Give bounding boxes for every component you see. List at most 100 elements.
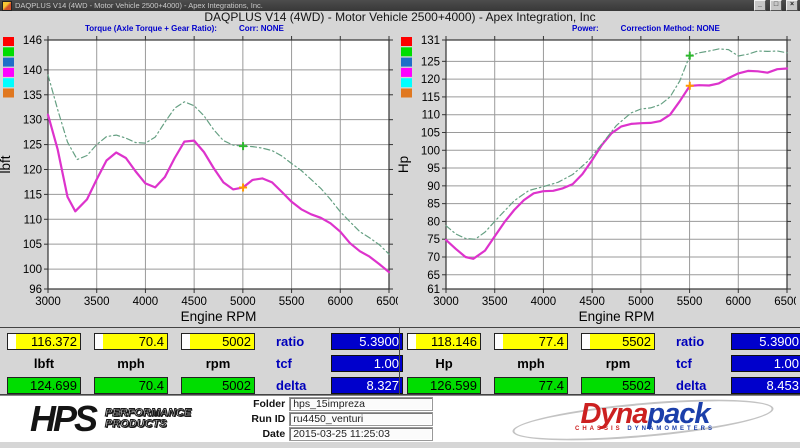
y-tick-label: 70 xyxy=(427,252,440,264)
folder-field-row: Folder hps_15impreza xyxy=(243,397,433,411)
legend-swatch-2[interactable] xyxy=(3,58,14,67)
legend-swatch-1[interactable] xyxy=(401,47,412,56)
y-tick-label: 135 xyxy=(23,90,42,102)
legend-swatch-5[interactable] xyxy=(401,89,412,98)
dynapack-logo-text: Dynapack xyxy=(520,399,770,429)
y-tick-label: 131 xyxy=(421,35,440,47)
y-tick-label: 125 xyxy=(421,56,440,68)
minimize-button[interactable]: _ xyxy=(754,0,766,11)
power-ref-value: 126.599 xyxy=(407,377,481,394)
torque-readout-table: 116.372 70.4 5002 ratio 5.3900 lbft mph … xyxy=(0,328,399,394)
power-ref-mph: 77.4 xyxy=(494,377,568,394)
torque-corr-label: Corr: NONE xyxy=(239,24,284,33)
torque-ref-rpm: 5002 xyxy=(181,377,255,394)
hps-logo-subtext: Performance Products xyxy=(105,408,191,430)
runid-input[interactable]: ru4450_venturi xyxy=(289,412,433,426)
x-tick-label: 6000 xyxy=(327,296,353,308)
y-tick-label: 75 xyxy=(427,234,440,246)
y-axis-title: lbft xyxy=(0,155,13,173)
power-corr-label: Correction Method: NONE xyxy=(621,24,720,33)
y-tick-label: 115 xyxy=(24,189,42,201)
x-tick-label: 4500 xyxy=(181,296,207,308)
hps-letters: HPS xyxy=(30,398,95,439)
torque-cursor-value: 116.372 xyxy=(7,333,81,350)
hps-sub2: Products xyxy=(105,418,167,430)
legend-swatch-4[interactable] xyxy=(3,78,14,87)
power-rpm-unit-label: rpm xyxy=(581,355,655,372)
folder-input[interactable]: hps_15impreza xyxy=(289,397,433,411)
torque-mph-unit-label: mph xyxy=(94,355,168,372)
y-tick-label: 61 xyxy=(427,284,440,296)
page-title: DAQPLUS V14 (4WD) - Motor Vehicle 2500+4… xyxy=(0,11,800,24)
y-tick-label: 100 xyxy=(421,145,440,157)
power-ratio-label: ratio xyxy=(668,333,718,350)
y-axis-title: Hp xyxy=(398,156,411,173)
x-tick-label: 6000 xyxy=(725,296,751,308)
legend-swatch-1[interactable] xyxy=(3,47,14,56)
y-tick-label: 65 xyxy=(427,270,440,282)
x-axis-title: Engine RPM xyxy=(579,309,655,324)
power-subheader: Power: Correction Method: NONE xyxy=(572,24,720,33)
x-tick-label: 5000 xyxy=(230,296,256,308)
power-chart[interactable]: 3000350040004500500055006000650061657075… xyxy=(398,35,796,327)
torque-delta-label: delta xyxy=(268,377,318,394)
legend-swatch-2[interactable] xyxy=(401,58,412,67)
x-tick-label: 4000 xyxy=(531,296,557,308)
torque-subheader-label: Torque (Axle Torque + Gear Ratio): xyxy=(85,24,217,33)
footer-bar: HPS Performance Products Folder hps_15im… xyxy=(0,395,800,442)
torque-ref-value: 124.699 xyxy=(7,377,81,394)
dynapack-dynamometers: DYNAMOMETERS xyxy=(627,426,715,432)
y-tick-label: 125 xyxy=(23,140,42,152)
x-tick-label: 4500 xyxy=(579,296,605,308)
runid-label: Run ID xyxy=(243,413,285,425)
torque-ref-mph: 70.4 xyxy=(94,377,168,394)
y-tick-label: 110 xyxy=(422,110,440,122)
y-tick-label: 90 xyxy=(427,181,440,193)
power-subheader-label: Power: xyxy=(572,24,599,33)
x-axis-title: Engine RPM xyxy=(181,309,257,324)
torque-subheader: Torque (Axle Torque + Gear Ratio): Corr: … xyxy=(85,24,284,33)
power-delta-label: delta xyxy=(668,377,718,394)
y-tick-label: 95 xyxy=(427,163,440,175)
legend-swatch-0[interactable] xyxy=(401,37,412,46)
power-delta-value: 8.453 xyxy=(731,377,800,394)
y-tick-label: 105 xyxy=(421,127,440,139)
y-tick-label: 140 xyxy=(23,65,42,77)
folder-label: Folder xyxy=(243,398,285,410)
chart-subheaders: Torque (Axle Torque + Gear Ratio): Corr: … xyxy=(0,24,800,35)
hps-logo: HPS Performance Products xyxy=(30,402,191,436)
app-icon xyxy=(2,1,12,11)
torque-unit-label: lbft xyxy=(7,355,81,372)
plot-area[interactable] xyxy=(446,40,787,289)
power-cursor-rpm: 5502 xyxy=(581,333,655,350)
x-tick-label: 4000 xyxy=(133,296,159,308)
torque-cursor-rpm: 5002 xyxy=(181,333,255,350)
legend-swatch-4[interactable] xyxy=(401,78,412,87)
x-tick-label: 3500 xyxy=(482,296,508,308)
torque-delta-value: 8.327 xyxy=(331,377,403,394)
torque-tcf-value: 1.00 xyxy=(331,355,403,372)
y-tick-label: 80 xyxy=(427,216,440,228)
y-tick-label: 85 xyxy=(427,199,440,211)
legend-swatch-0[interactable] xyxy=(3,37,14,46)
legend-swatch-3[interactable] xyxy=(401,68,412,77)
power-tcf-label: tcf xyxy=(668,355,718,372)
y-tick-label: 115 xyxy=(422,92,440,104)
y-tick-label: 105 xyxy=(23,239,42,251)
y-tick-label: 146 xyxy=(23,35,42,47)
power-mph-unit-label: mph xyxy=(494,355,568,372)
legend-swatch-5[interactable] xyxy=(3,89,14,98)
x-tick-label: 5500 xyxy=(279,296,305,308)
y-tick-label: 110 xyxy=(24,214,42,226)
close-button[interactable]: × xyxy=(786,0,798,11)
x-tick-label: 6500 xyxy=(774,296,796,308)
torque-chart[interactable]: 3000350040004500500055006000650096100105… xyxy=(0,35,398,327)
dynapack-logo-subtext: CHASSIS DYNAMOMETERS xyxy=(520,426,770,432)
plot-area[interactable] xyxy=(48,40,389,289)
torque-cursor-mph: 70.4 xyxy=(94,333,168,350)
maximize-button[interactable]: □ xyxy=(770,0,782,11)
legend-swatch-3[interactable] xyxy=(3,68,14,77)
power-unit-label: Hp xyxy=(407,355,481,372)
torque-ratio-label: ratio xyxy=(268,333,318,350)
hps-logo-text: HPS xyxy=(30,402,95,436)
